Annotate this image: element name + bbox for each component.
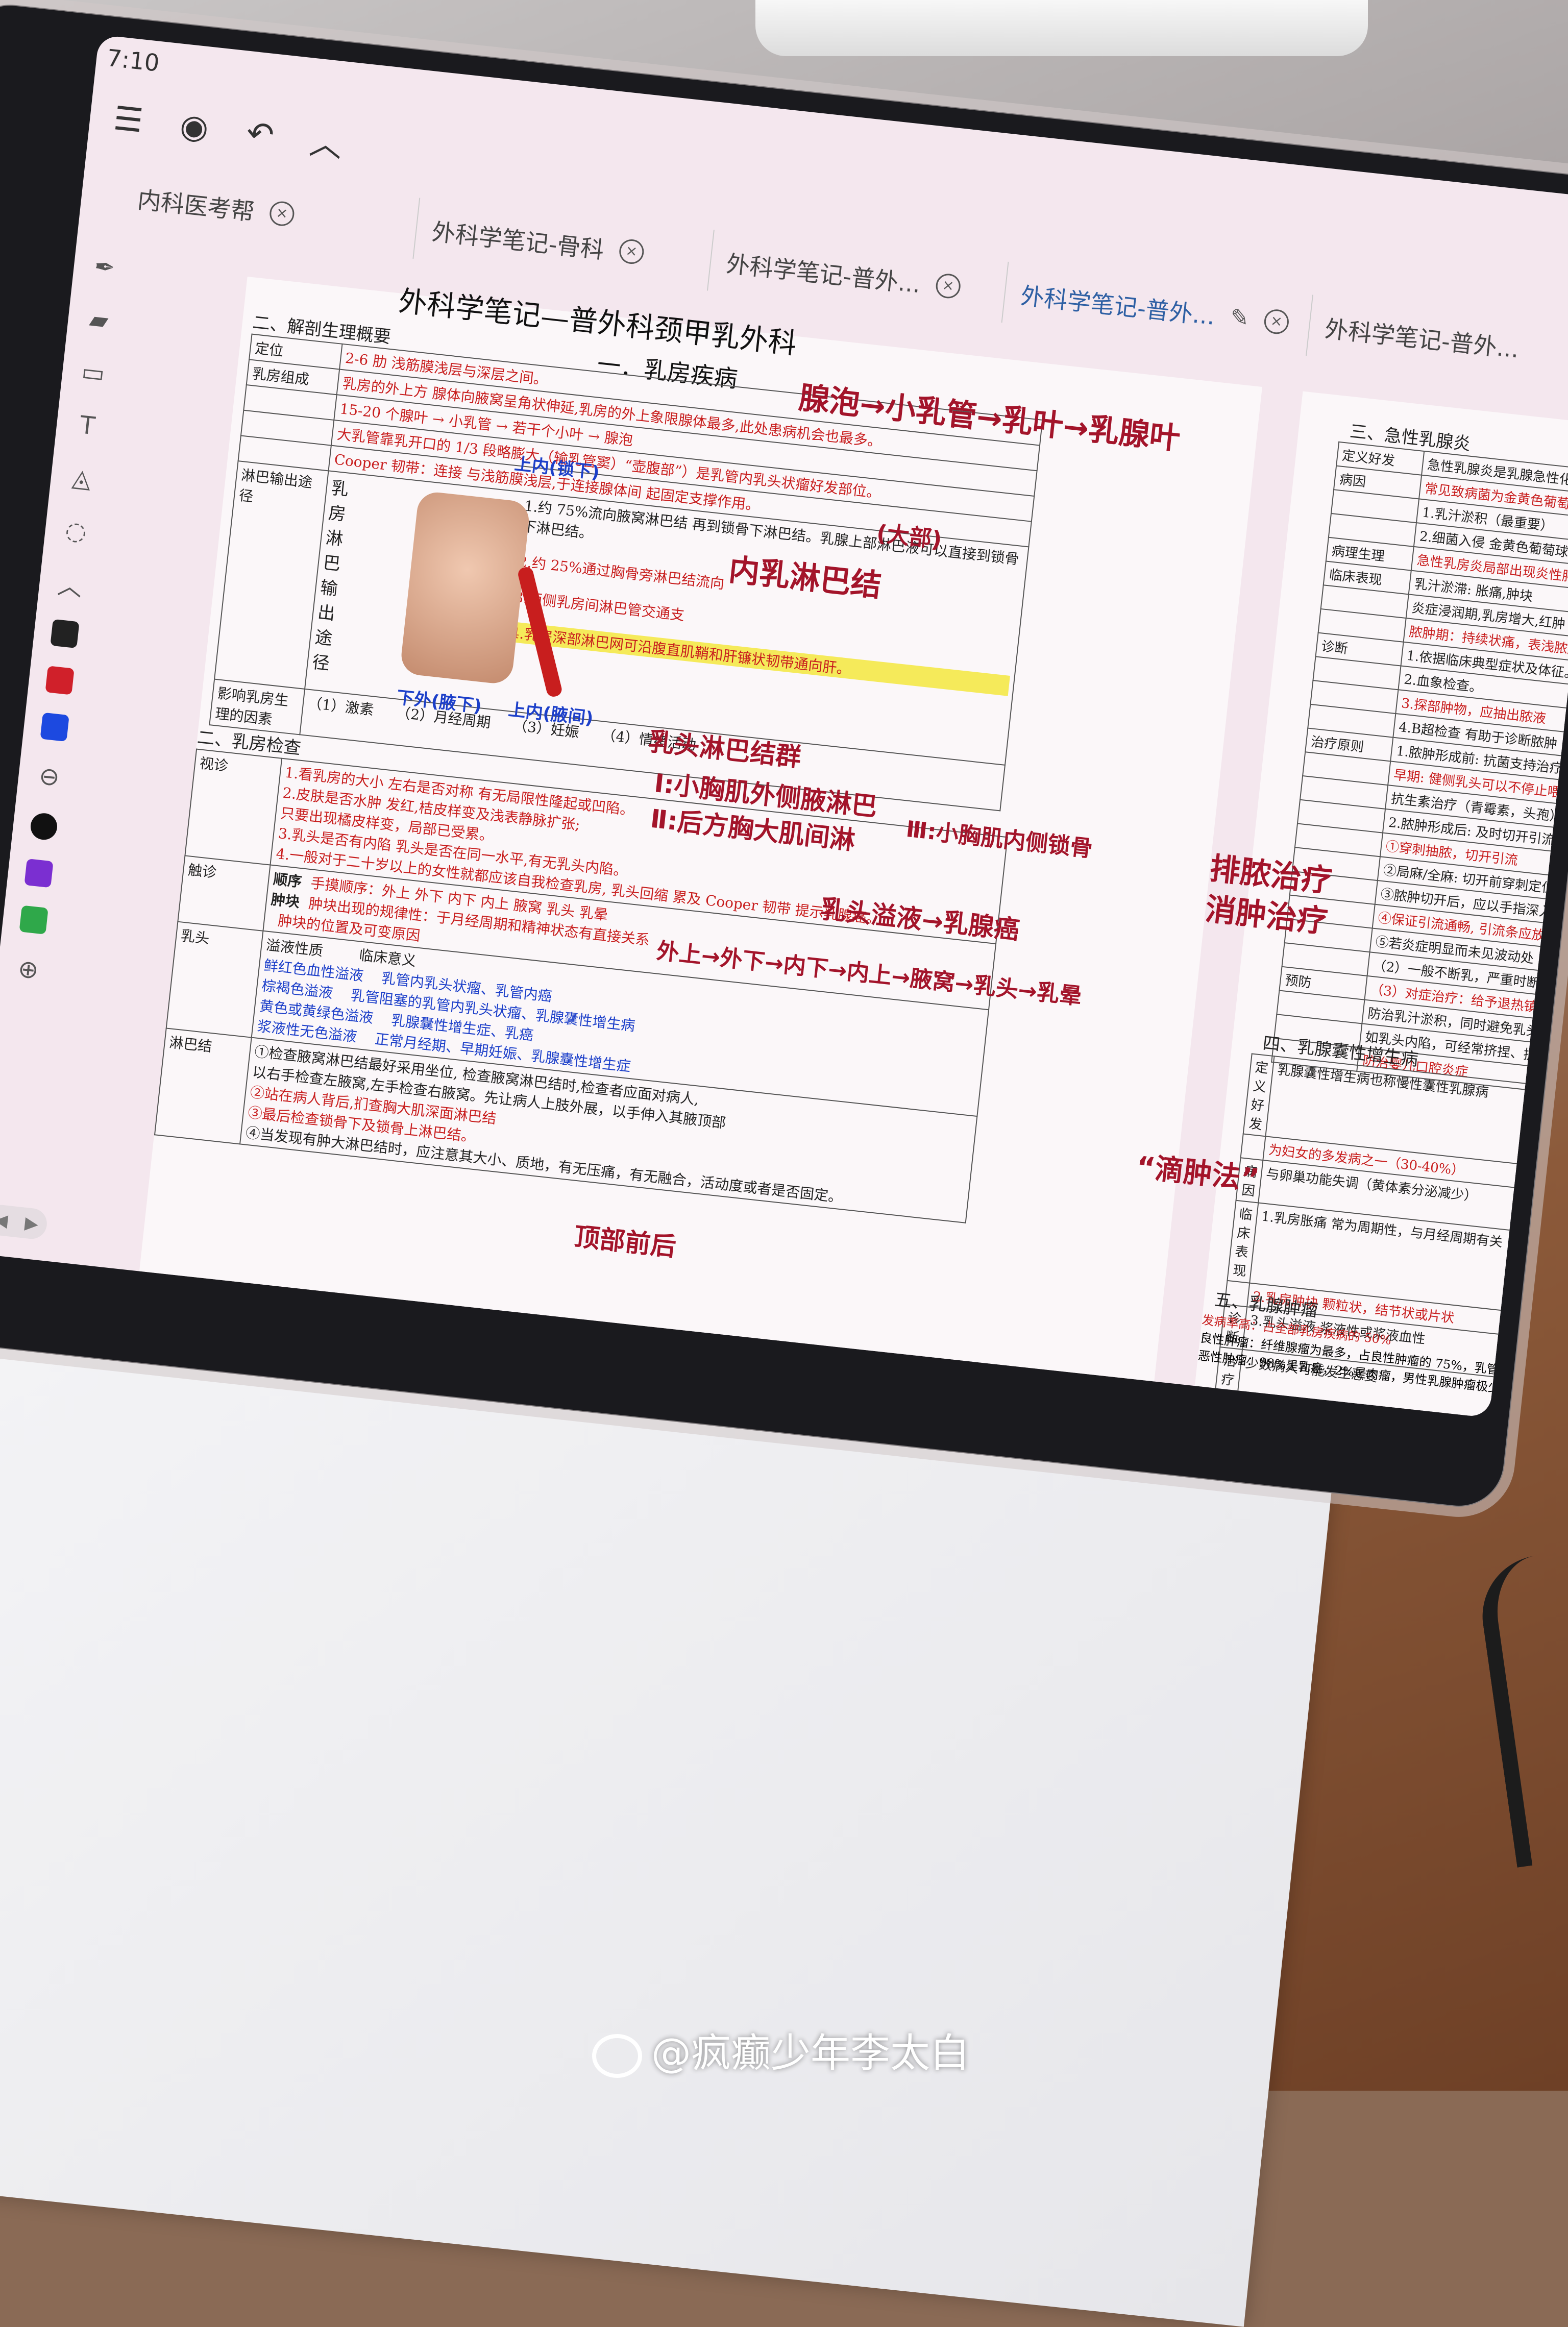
tab-label: 外科学笔记-普外... xyxy=(1323,314,1521,363)
tab-label: 内科医考帮 xyxy=(136,186,256,226)
color-swatch-purple[interactable] xyxy=(24,859,54,888)
minus-icon[interactable]: ⊖ xyxy=(31,759,67,795)
close-icon[interactable]: × xyxy=(268,200,296,228)
undo-icon[interactable]: ↶ xyxy=(240,114,280,154)
chevron-right-icon[interactable]: ▶ xyxy=(24,1213,39,1235)
pencil-edit-icon[interactable]: ✎ xyxy=(1229,304,1251,332)
acute-table-body: 定义好发 急性乳腺炎是乳腺急性化脓性 病因 常见致病菌为金黄色葡萄球菌 1.乳汁淤积（最… xyxy=(1271,442,1568,1096)
tablet-device: 7:10 ☰ ◉ ↶ ︿ 内科医考帮 × 外科学笔记-骨科 × 外科学笔记-普外… xyxy=(0,0,1568,1523)
tab-5[interactable]: 外科学笔记-普外... xyxy=(1306,295,1568,388)
highlighter-icon[interactable]: ▰ xyxy=(81,302,117,338)
close-icon[interactable]: × xyxy=(618,238,645,265)
pen-icon[interactable]: ✒ xyxy=(87,249,123,285)
stylus-pencil xyxy=(755,0,1368,56)
tab-1[interactable]: 内科医考帮 × xyxy=(119,166,421,259)
lasso-icon[interactable]: ◌ xyxy=(58,513,94,549)
tab-4-active[interactable]: 外科学笔记-普外... ✎ × xyxy=(1002,261,1313,356)
close-icon[interactable]: × xyxy=(1263,308,1290,335)
shapes-icon[interactable]: ◬ xyxy=(64,460,100,497)
tab-label: 外科学笔记-普外... xyxy=(725,250,922,299)
document-page: 外科学笔记—普外科颈甲乳外科 一．乳房疾病 二、解剖生理概要 定位 2-6 肋 … xyxy=(139,276,1262,1382)
handwritten-note: (大部) xyxy=(875,520,943,553)
acute-table: 定义好发 急性乳腺炎是乳腺急性化脓性 病因 常见致病菌为金黄色葡萄球菌 1.乳汁淤积（最… xyxy=(1271,442,1568,1097)
tab-3[interactable]: 外科学笔记-普外... × xyxy=(708,230,1009,323)
collapse-icon[interactable]: ︿ xyxy=(307,122,346,165)
breast-lymph-anatomy-illustration xyxy=(399,490,564,698)
checkbox-icon[interactable] xyxy=(19,905,48,935)
color-swatch-black[interactable] xyxy=(50,619,80,649)
tablet-screen: 7:10 ☰ ◉ ↶ ︿ 内科医考帮 × 外科学笔记-骨科 × 外科学笔记-普外… xyxy=(0,34,1568,1418)
close-icon[interactable]: × xyxy=(935,272,962,300)
eraser-icon[interactable]: ▭ xyxy=(75,355,111,391)
chevron-left-icon[interactable]: ◀ xyxy=(0,1209,9,1231)
weibo-logo-icon xyxy=(592,2034,642,2078)
color-swatch-red[interactable] xyxy=(45,666,75,695)
tab-2[interactable]: 外科学笔记-骨科 × xyxy=(413,198,715,291)
watermark-text: @疯癫少年李太白 xyxy=(651,2030,970,2076)
top-toolbar: ☰ ◉ ↶ ︿ xyxy=(108,93,347,169)
factor-item: （1）激素 xyxy=(307,694,375,719)
row-head: 触诊 xyxy=(178,855,271,931)
add-icon[interactable]: ⊕ xyxy=(10,951,46,988)
color-swatch-blue[interactable] xyxy=(40,712,69,742)
row-head: 淋巴结 xyxy=(155,1028,252,1144)
tab-label: 外科学笔记-普外... xyxy=(1019,282,1217,331)
text-tool-icon[interactable]: T xyxy=(69,408,106,444)
weibo-watermark: @疯癫少年李太白 xyxy=(592,2021,970,2078)
color-swatch-dark[interactable] xyxy=(29,812,59,841)
status-time: 7:10 xyxy=(105,43,161,77)
page-navigator[interactable]: ◀ ▶ xyxy=(0,1203,48,1241)
chevron-up-icon[interactable]: ︿ xyxy=(52,566,88,602)
row-head: 视诊 xyxy=(185,749,282,865)
reader-mode-icon[interactable]: ◉ xyxy=(175,107,214,148)
tab-label: 外科学笔记-骨科 xyxy=(430,217,606,264)
row-head: 乳头 xyxy=(166,921,263,1038)
handwritten-note: 顶部前后 xyxy=(573,1221,678,1262)
menu-icon[interactable]: ☰ xyxy=(109,100,148,140)
